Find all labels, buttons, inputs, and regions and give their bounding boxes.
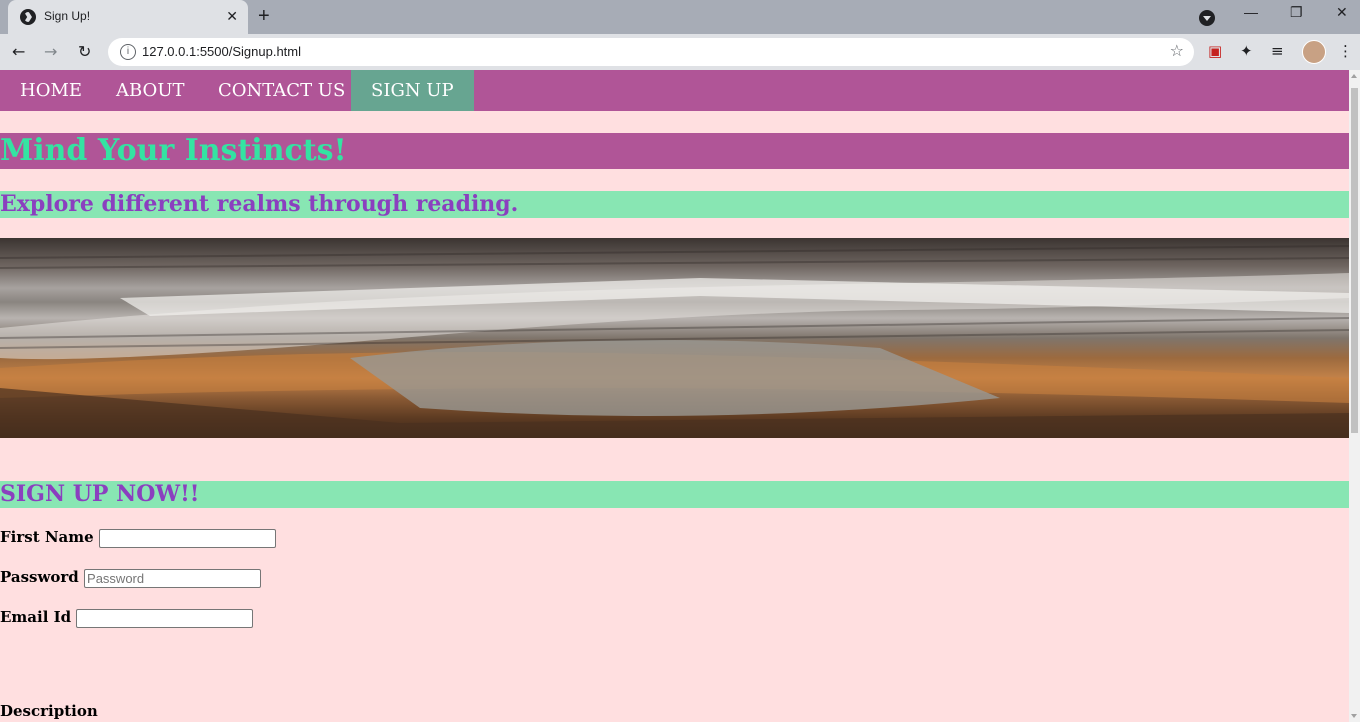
browser-tab-strip: Sign Up! ✕ + — ❐ ✕ [0,0,1360,34]
signup-heading: SIGN UP NOW!! [0,481,200,507]
password-input[interactable] [84,568,262,588]
address-bar[interactable]: i 127.0.0.1:5500/Signup.html ☆ [108,38,1194,66]
site-nav: HOME ABOUT CONTACT US SIGN UP [0,70,1349,111]
password-row: Password [0,568,262,588]
scrollbar-thumb[interactable] [1351,88,1358,433]
url-text[interactable]: 127.0.0.1:5500/Signup.html [142,44,301,59]
page-subtitle: Explore different realms through reading… [0,191,519,217]
globe-icon [20,9,36,25]
puzzle-icon[interactable]: ✦ [1240,42,1253,60]
minimize-button[interactable]: — [1244,4,1258,20]
nav-contact-us[interactable]: CONTACT US [198,70,365,111]
title-banner: Mind Your Instincts! [0,133,1349,169]
forward-icon[interactable]: → [44,42,57,61]
page-scrollbar[interactable] [1349,70,1360,722]
first-name-input[interactable] [98,528,276,548]
scroll-up-arrow-icon[interactable] [1351,74,1357,78]
nav-home[interactable]: HOME [0,70,102,111]
browser-toolbar: ← → ↻ i 127.0.0.1:5500/Signup.html ☆ ▣ ✦… [0,34,1360,70]
tab-search-icon[interactable] [1199,10,1215,26]
email-row: Email Id [0,608,254,628]
nav-about[interactable]: ABOUT [96,70,205,111]
restore-button[interactable]: ❐ [1290,4,1303,21]
new-tab-button[interactable]: + [258,5,270,28]
close-window-button[interactable]: ✕ [1336,4,1348,21]
media-icon[interactable]: ≡ [1271,42,1284,60]
extension-icon[interactable]: ▣ [1208,42,1222,60]
email-input[interactable] [76,608,254,628]
first-name-label: First Name [0,528,94,546]
back-icon[interactable]: ← [12,42,25,61]
first-name-row: First Name [0,528,276,548]
profile-avatar[interactable] [1302,40,1326,64]
browser-tab[interactable]: Sign Up! ✕ [8,0,248,34]
tab-title: Sign Up! [44,9,91,23]
signup-banner: SIGN UP NOW!! [0,481,1349,508]
menu-icon[interactable]: ⋮ [1338,42,1353,60]
description-label: Description [0,702,98,720]
email-label: Email Id [0,608,72,626]
password-label: Password [0,568,79,586]
info-icon[interactable]: i [120,44,136,60]
star-icon[interactable]: ☆ [1170,41,1184,60]
library-illustration [0,245,1349,438]
subtitle-banner: Explore different realms through reading… [0,191,1349,218]
close-tab-icon[interactable]: ✕ [226,8,238,25]
library-hero-image [0,238,1349,438]
page-content: HOME ABOUT CONTACT US SIGN UP Mind Your … [0,70,1349,722]
scroll-down-arrow-icon[interactable] [1351,714,1357,718]
nav-sign-up[interactable]: SIGN UP [351,70,474,111]
page-title: Mind Your Instincts! [0,133,347,168]
reload-icon[interactable]: ↻ [78,42,91,61]
